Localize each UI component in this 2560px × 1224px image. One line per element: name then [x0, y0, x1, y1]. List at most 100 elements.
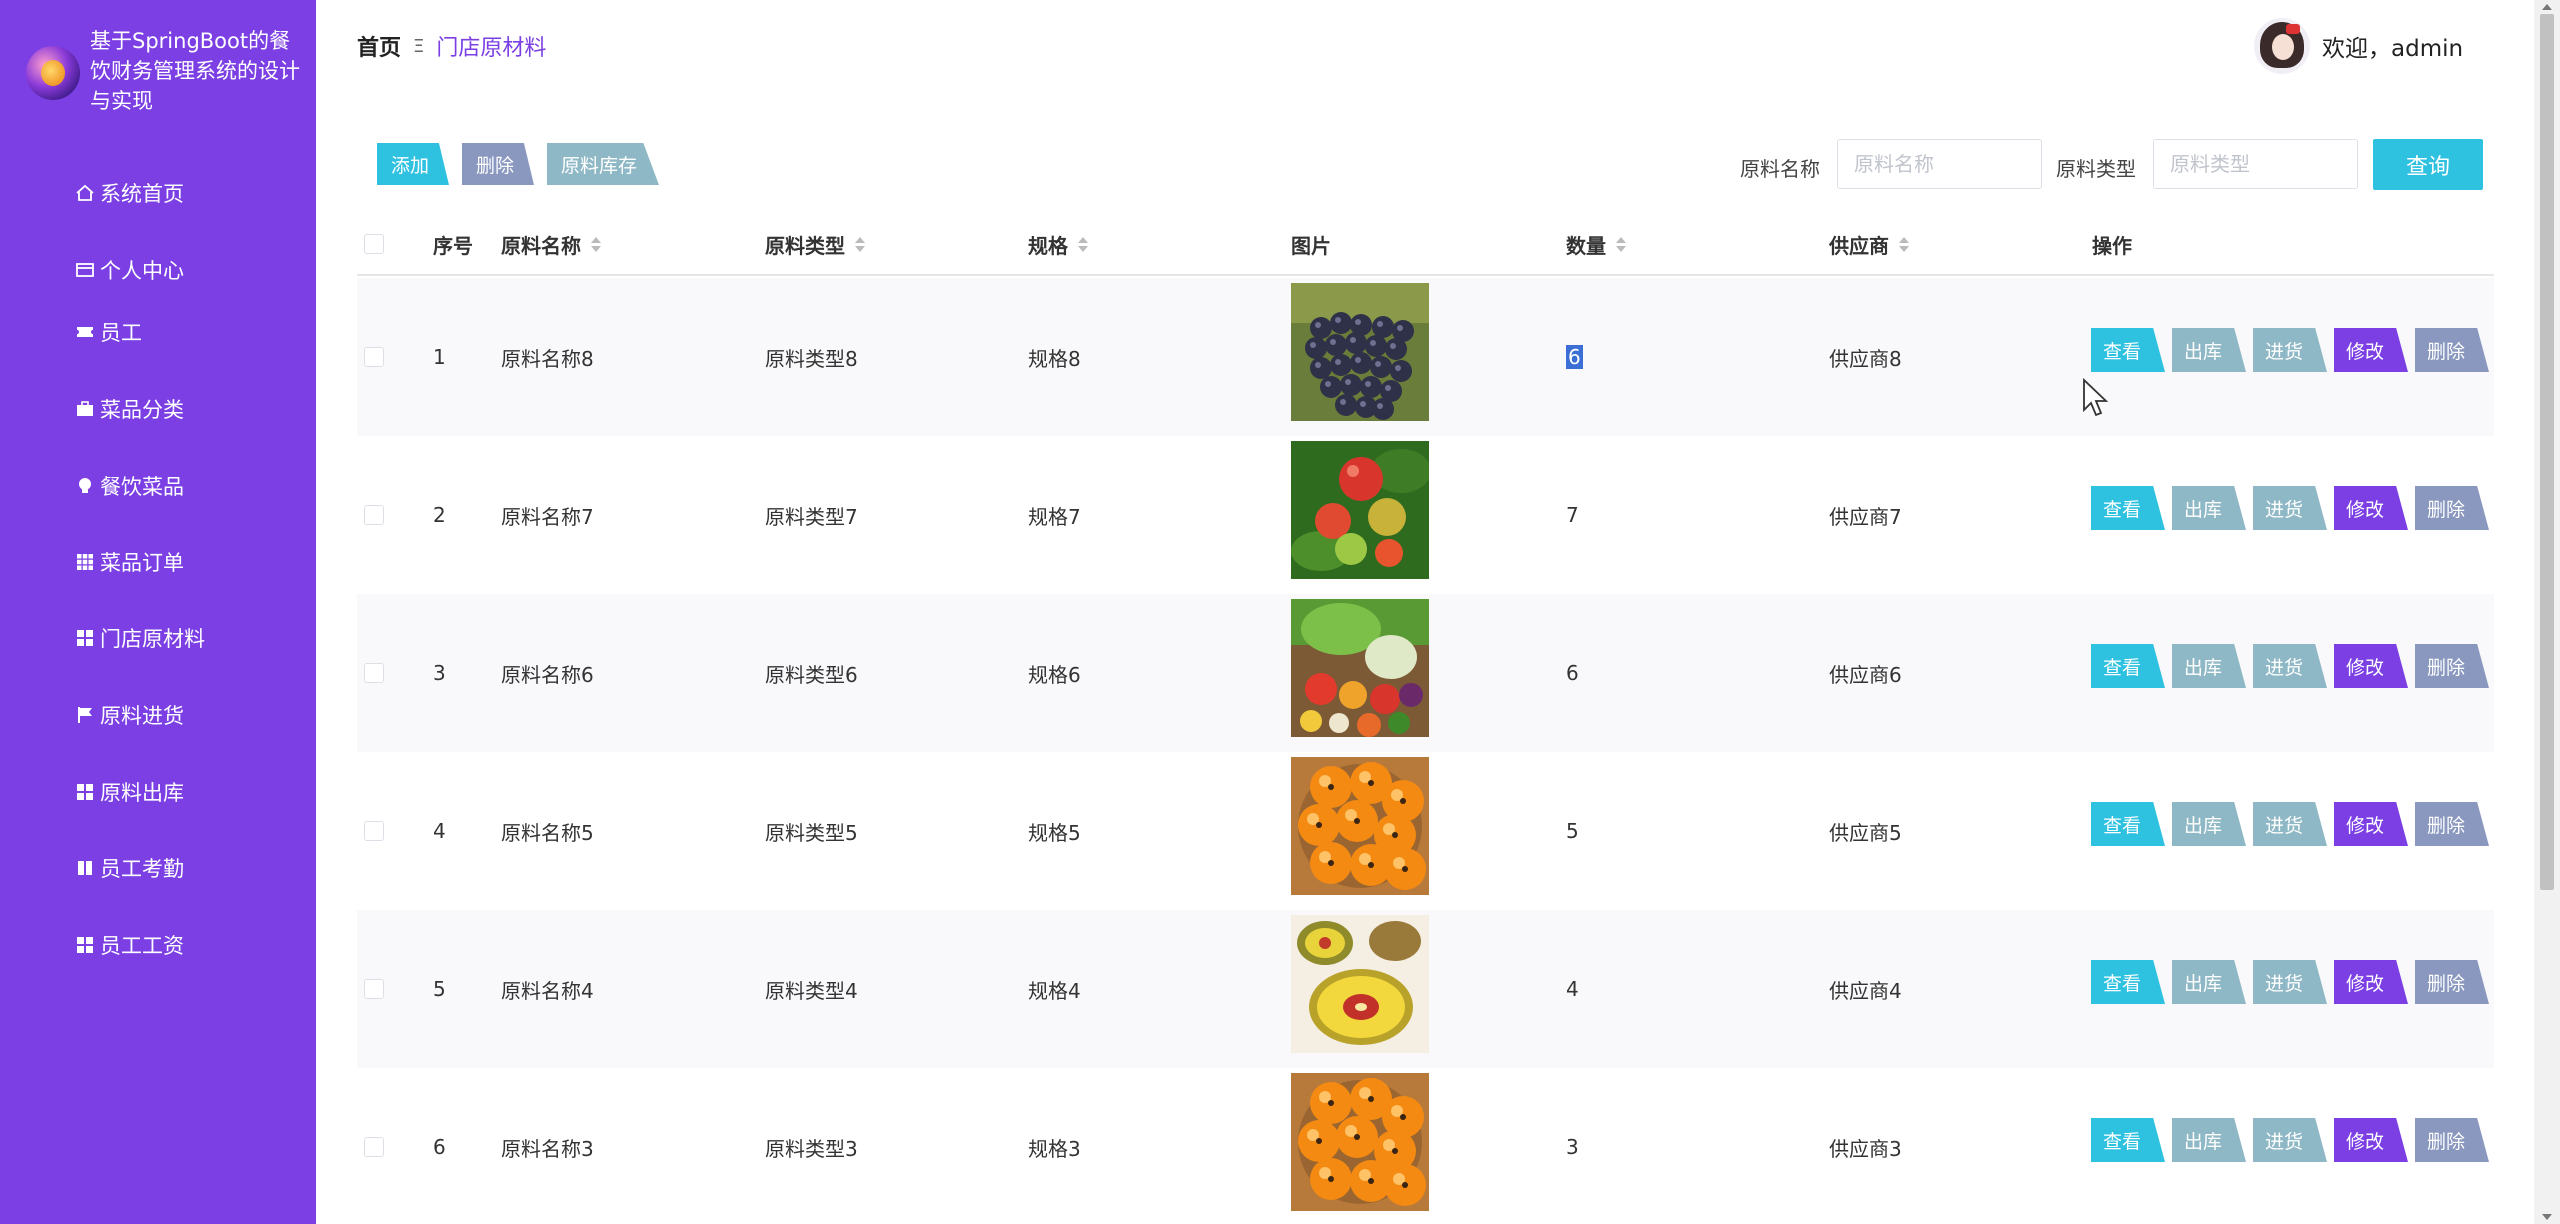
name-search-input[interactable] [1837, 139, 2042, 189]
view-button[interactable]: 查看 [2091, 328, 2165, 372]
delete-button[interactable]: 删除 [462, 143, 534, 185]
purchase-button[interactable]: 进货 [2253, 486, 2327, 530]
sidebar-item-material-outbound[interactable]: 原料出库 [74, 772, 184, 812]
sort-icon[interactable] [1078, 237, 1088, 252]
vertical-scrollbar[interactable] [2534, 0, 2560, 1224]
query-button[interactable]: 查询 [2373, 139, 2483, 190]
sidebar-item-dishes[interactable]: 餐饮菜品 [74, 466, 184, 506]
edit-button[interactable]: 修改 [2334, 644, 2408, 688]
row-checkbox[interactable] [364, 1137, 384, 1157]
row-checkbox[interactable] [364, 979, 384, 999]
sort-icon[interactable] [1616, 237, 1626, 252]
header-type[interactable]: 原料类型 [765, 213, 865, 276]
table-row[interactable]: 1 原料名称8 原料类型8 规格8 6 供应商8 查看 出库 进货 修改 删除 [357, 278, 2494, 436]
delete-row-button[interactable]: 删除 [2415, 486, 2489, 530]
header-spec[interactable]: 规格 [1028, 213, 1088, 276]
sidebar-item-material-purchase[interactable]: 原料进货 [74, 695, 184, 735]
delete-row-button[interactable]: 删除 [2415, 960, 2489, 1004]
breadcrumb-home[interactable]: 首页 [357, 30, 401, 62]
material-image [1291, 915, 1429, 1053]
sidebar-item-salary[interactable]: 员工工资 [74, 925, 184, 965]
cell-name: 原料名称6 [501, 594, 594, 752]
scroll-down-icon[interactable] [2542, 1214, 2552, 1220]
outbound-button[interactable]: 出库 [2172, 960, 2246, 1004]
view-button[interactable]: 查看 [2091, 960, 2165, 1004]
header-qty[interactable]: 数量 [1566, 213, 1626, 276]
welcome-text: 欢迎，admin [2322, 36, 2464, 62]
cell-type: 原料类型8 [765, 278, 858, 436]
scroll-up-icon[interactable] [2542, 4, 2552, 10]
table-row[interactable]: 3 原料名称6 原料类型6 规格6 6 供应商6 查看 出库 进货 修改 删除 [357, 594, 2494, 752]
edit-button[interactable]: 修改 [2334, 328, 2408, 372]
sort-icon[interactable] [855, 237, 865, 252]
book-icon [74, 857, 96, 879]
cell-spec: 规格8 [1028, 278, 1081, 436]
table-row[interactable]: 6 原料名称3 原料类型3 规格3 3 供应商3 查看 出库 进货 修改 删除 [357, 1068, 2494, 1224]
scrollbar-thumb[interactable] [2540, 14, 2554, 890]
outbound-button[interactable]: 出库 [2172, 644, 2246, 688]
purchase-button[interactable]: 进货 [2253, 802, 2327, 846]
row-checkbox[interactable] [364, 347, 384, 367]
row-checkbox[interactable] [364, 505, 384, 525]
name-search-label: 原料名称 [1740, 157, 1820, 181]
cell-qty: 6 [1566, 278, 1583, 436]
stock-button[interactable]: 原料库存 [547, 143, 659, 185]
avatar[interactable] [2254, 18, 2310, 74]
header-image: 图片 [1291, 234, 1331, 258]
edit-button[interactable]: 修改 [2334, 486, 2408, 530]
outbound-button[interactable]: 出库 [2172, 1118, 2246, 1162]
sidebar-item-attendance[interactable]: 员工考勤 [74, 848, 184, 888]
table-row[interactable]: 5 原料名称4 原料类型4 规格4 4 供应商4 查看 出库 进货 修改 删除 [357, 910, 2494, 1068]
sidebar-item-dish-orders[interactable]: 菜品订单 [74, 542, 184, 582]
purchase-button[interactable]: 进货 [2253, 1118, 2327, 1162]
card-icon [74, 259, 96, 281]
view-button[interactable]: 查看 [2091, 644, 2165, 688]
grid4-icon [74, 627, 96, 649]
purchase-button[interactable]: 进货 [2253, 644, 2327, 688]
view-button[interactable]: 查看 [2091, 802, 2165, 846]
row-checkbox[interactable] [364, 821, 384, 841]
edit-button[interactable]: 修改 [2334, 960, 2408, 1004]
sort-icon[interactable] [591, 237, 601, 252]
add-button[interactable]: 添加 [377, 143, 449, 185]
sort-icon[interactable] [1899, 237, 1909, 252]
view-button[interactable]: 查看 [2091, 1118, 2165, 1162]
outbound-button[interactable]: 出库 [2172, 328, 2246, 372]
header-name-label: 原料名称 [501, 234, 581, 258]
sidebar-item-label: 菜品分类 [100, 398, 184, 422]
sidebar-item-profile[interactable]: 个人中心 [74, 250, 184, 290]
header-supplier[interactable]: 供应商 [1829, 213, 1909, 276]
purchase-button[interactable]: 进货 [2253, 328, 2327, 372]
outbound-button[interactable]: 出库 [2172, 802, 2246, 846]
sidebar-item-staff[interactable]: 员工 [74, 312, 142, 352]
cell-supplier: 供应商5 [1829, 752, 1902, 910]
sidebar-item-store-materials[interactable]: 门店原材料 [74, 618, 205, 658]
delete-row-button[interactable]: 删除 [2415, 644, 2489, 688]
sidebar-item-dish-category[interactable]: 菜品分类 [74, 389, 184, 429]
sidebar-item-label: 系统首页 [100, 182, 184, 206]
cell-index-text: 6 [433, 1135, 446, 1159]
cell-index: 3 [433, 594, 446, 752]
sidebar-item-home[interactable]: 系统首页 [74, 173, 184, 213]
view-button[interactable]: 查看 [2091, 486, 2165, 530]
purchase-button[interactable]: 进货 [2253, 960, 2327, 1004]
table-row[interactable]: 2 原料名称7 原料类型7 规格7 7 供应商7 查看 出库 进货 修改 删除 [357, 436, 2494, 594]
select-all-checkbox[interactable] [364, 234, 384, 254]
cell-supplier-text: 供应商5 [1829, 820, 1902, 845]
cell-supplier: 供应商8 [1829, 278, 1902, 436]
delete-row-button[interactable]: 删除 [2415, 1118, 2489, 1162]
delete-row-button[interactable]: 删除 [2415, 328, 2489, 372]
row-checkbox[interactable] [364, 663, 384, 683]
header-name[interactable]: 原料名称 [501, 213, 601, 276]
brand-title: 基于SpringBoot的餐饮财务管理系统的设计与实现 [90, 29, 300, 113]
sidebar-item-label: 员工 [100, 321, 142, 345]
edit-button[interactable]: 修改 [2334, 802, 2408, 846]
cell-supplier: 供应商6 [1829, 594, 1902, 752]
type-search-input[interactable] [2153, 139, 2358, 189]
material-image [1291, 283, 1429, 421]
delete-row-button[interactable]: 删除 [2415, 802, 2489, 846]
edit-button[interactable]: 修改 [2334, 1118, 2408, 1162]
table-row[interactable]: 4 原料名称5 原料类型5 规格5 5 供应商5 查看 出库 进货 修改 删除 [357, 752, 2494, 910]
outbound-button[interactable]: 出库 [2172, 486, 2246, 530]
cell-spec-text: 规格3 [1028, 1136, 1081, 1161]
